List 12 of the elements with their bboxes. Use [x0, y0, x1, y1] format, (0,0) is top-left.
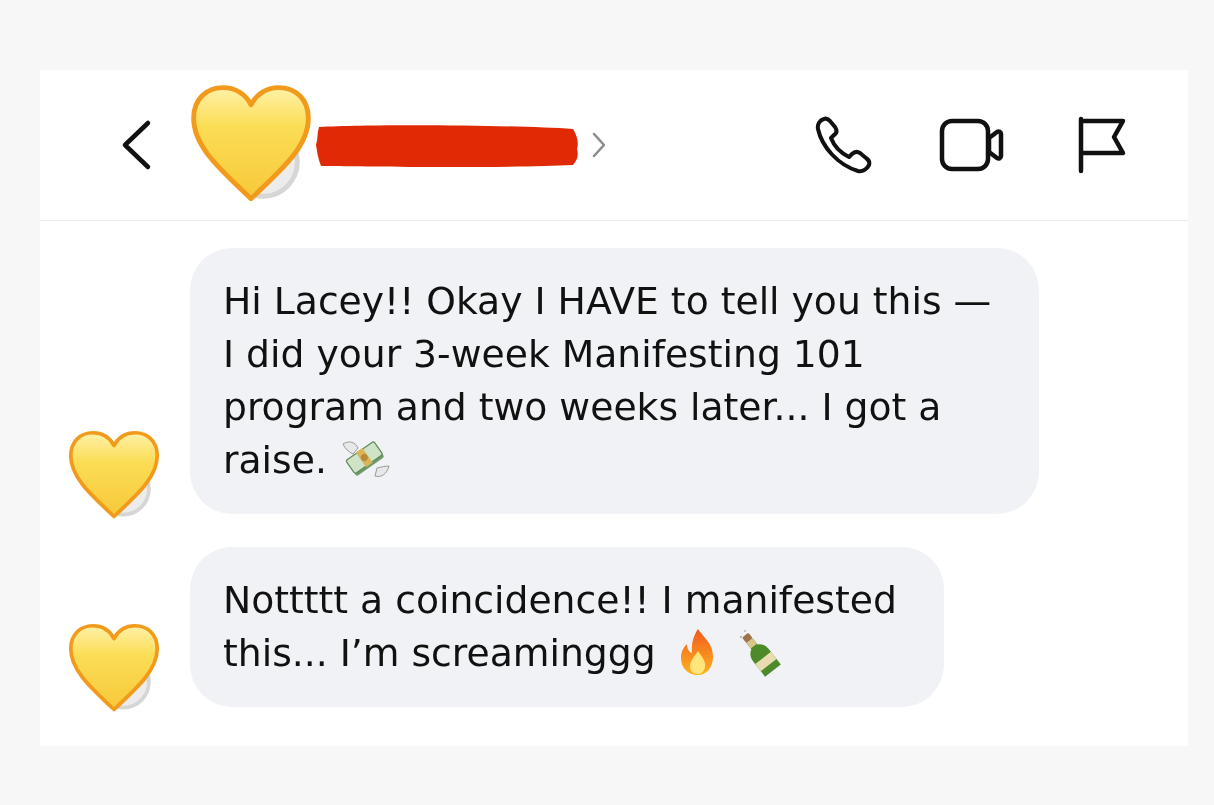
video-call-button[interactable]	[939, 118, 1004, 172]
phone-icon	[814, 115, 872, 175]
report-button[interactable]	[1077, 116, 1127, 174]
message-text: this... I’m screaminggg	[223, 631, 656, 675]
back-button[interactable]	[120, 119, 152, 171]
message-text: raise.	[223, 438, 327, 482]
video-camera-icon	[939, 118, 1004, 172]
phone-call-button[interactable]	[814, 115, 872, 175]
flag-icon	[1077, 116, 1127, 174]
chevron-left-icon	[120, 119, 152, 171]
message-text: Nottttt a coincidence!! I manifested	[223, 578, 897, 622]
chevron-right-icon[interactable]	[591, 131, 607, 159]
